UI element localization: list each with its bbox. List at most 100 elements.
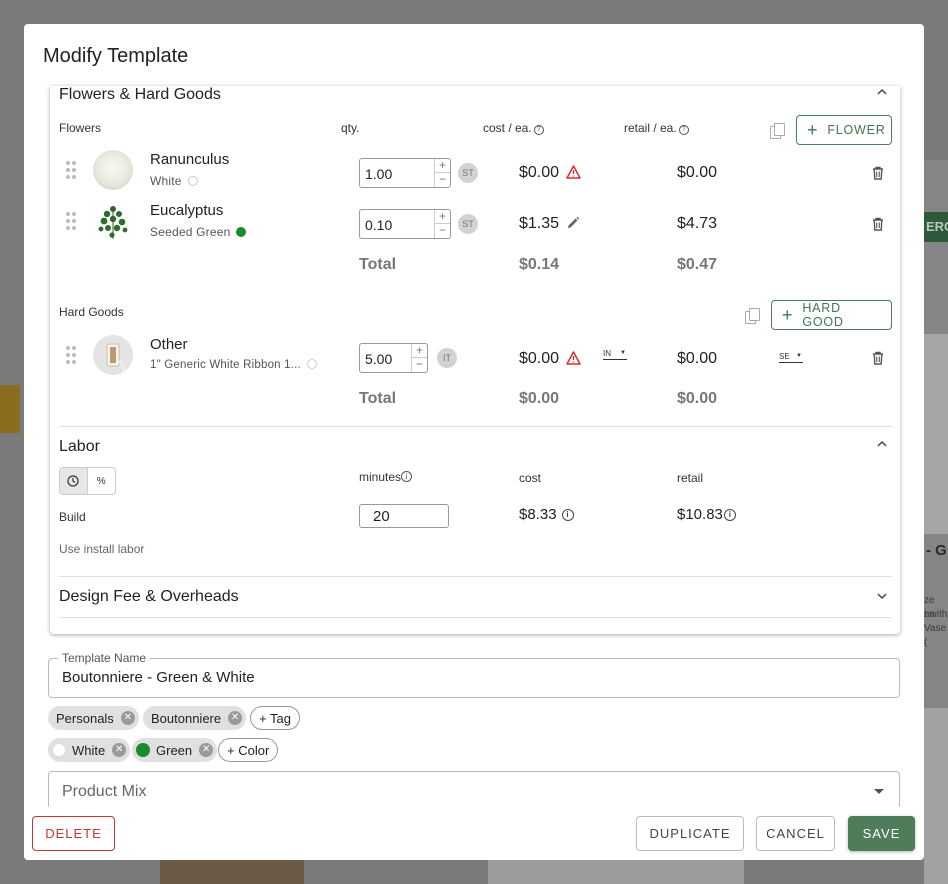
white-color-dot [306, 359, 317, 369]
add-hard-good-button[interactable]: + HARD GOOD [771, 300, 892, 330]
unit-badge[interactable]: ST [458, 163, 478, 183]
background-accent [0, 385, 20, 433]
expand-chevron-icon[interactable] [876, 590, 888, 605]
save-button[interactable]: SAVE [848, 816, 915, 851]
qty-input[interactable]: 0.10 + − [359, 209, 451, 239]
flowers-label: Flowers [59, 121, 102, 135]
unit-badge[interactable]: ST [458, 214, 478, 234]
help-icon[interactable]: ? [678, 125, 689, 135]
labor-cost-header: cost [519, 471, 542, 485]
qty-stepper[interactable]: + − [434, 210, 450, 238]
flowers-total-retail: $0.47 [677, 256, 718, 273]
delete-button[interactable]: DELETE [32, 816, 115, 851]
minutes-input[interactable]: 20 [359, 504, 449, 528]
remove-chip-icon[interactable]: ✕ [112, 743, 127, 757]
flower-retail: $4.73 [677, 215, 718, 232]
info-icon[interactable]: i [401, 471, 413, 482]
labor-cost-value: $8.33 i [519, 506, 574, 523]
flower-retail: $0.00 [677, 164, 718, 181]
warning-icon[interactable] [566, 351, 581, 365]
color-label: Green [156, 742, 193, 758]
qty-input[interactable]: 5.00 + − [359, 343, 428, 373]
decrement-icon[interactable]: − [435, 224, 450, 238]
add-color-button[interactable]: + Color [218, 738, 279, 762]
plus-icon: + [807, 119, 819, 140]
tag-chip[interactable]: Boutonniere ✕ [143, 706, 247, 730]
drag-handle-icon[interactable] [66, 346, 76, 364]
cancel-button[interactable]: CANCEL [756, 816, 835, 851]
decrement-icon[interactable]: − [435, 173, 450, 187]
product-mix-placeholder: Product Mix [62, 783, 147, 800]
background-button: ERCI [920, 212, 948, 242]
install-labor-link[interactable]: Use install labor [59, 542, 144, 556]
flower-color: White [150, 174, 198, 188]
labor-mode-toggle[interactable]: % [59, 467, 116, 495]
modify-template-dialog: Modify Template Flowers & Hard Goods Flo… [24, 24, 924, 860]
add-tag-button[interactable]: + Tag [250, 706, 300, 730]
collapse-chevron-icon[interactable] [876, 86, 888, 101]
increment-icon[interactable]: + [412, 344, 427, 358]
design-fee-title: Design Fee & Overheads [59, 588, 239, 605]
background-photo-3 [160, 860, 304, 884]
decrement-icon[interactable]: − [412, 358, 427, 372]
background-photo-2 [924, 708, 948, 884]
drag-handle-icon[interactable] [66, 212, 76, 230]
qty-input[interactable]: 1.00 + − [359, 158, 451, 188]
pencil-icon[interactable] [566, 216, 580, 230]
delete-icon[interactable] [872, 351, 884, 365]
retail-unit-value: SE [779, 352, 790, 361]
flower-name: Eucalyptus [150, 202, 224, 219]
white-swatch [52, 743, 66, 757]
collapse-chevron-icon[interactable] [876, 438, 888, 453]
labor-retail-text: $10.83 [677, 506, 723, 523]
minutes-header-text: minutes [359, 470, 402, 484]
tag-chip[interactable]: Personals ✕ [48, 706, 139, 730]
remove-chip-icon[interactable]: ✕ [120, 711, 135, 725]
color-chip[interactable]: White ✕ [48, 738, 131, 762]
delete-icon[interactable] [872, 166, 884, 180]
template-name-value[interactable]: Boutonniere - Green & White [62, 669, 255, 686]
duplicate-button[interactable]: DUPLICATE [636, 816, 744, 851]
warning-icon[interactable] [566, 165, 581, 179]
color-chip[interactable]: Green ✕ [132, 738, 218, 762]
info-icon[interactable]: i [561, 509, 574, 521]
dropdown-caret-icon[interactable] [874, 789, 884, 794]
copy-icon[interactable] [770, 123, 785, 139]
hard-good-desc: 1" Generic White Ribbon 1... [150, 359, 317, 371]
flower-color-text: Seeded Green [150, 225, 231, 239]
unit-badge[interactable]: IT [437, 348, 457, 368]
build-label: Build [59, 510, 86, 524]
recipe-card[interactable]: Flowers & Hard Goods Flowers qty. cost /… [50, 86, 900, 634]
cost-header-text: cost / ea. [483, 121, 532, 135]
percent-icon[interactable]: % [88, 468, 115, 494]
copy-icon[interactable] [745, 308, 760, 324]
retail-unit-select[interactable]: SE ▼ [779, 352, 803, 363]
minutes-header: minutes i [359, 470, 413, 484]
hard-good-desc-text: 1" Generic White Ribbon 1... [150, 359, 301, 371]
plus-icon: + [782, 304, 794, 325]
flower-color-text: White [150, 174, 182, 188]
hard-goods-total-cost: $0.00 [519, 390, 560, 407]
qty-stepper[interactable]: + − [434, 159, 450, 187]
labor-retail-value: $10.83 i [677, 506, 736, 523]
increment-icon[interactable]: + [435, 210, 450, 224]
add-flower-button[interactable]: + FLOWER [796, 115, 892, 145]
remove-chip-icon[interactable]: ✕ [199, 743, 214, 757]
help-icon[interactable]: ? [533, 125, 544, 135]
delete-icon[interactable] [872, 217, 884, 231]
hard-goods-total-label: Total [359, 390, 397, 407]
tag-label: Boutonniere [151, 710, 222, 726]
drag-handle-icon[interactable] [66, 161, 76, 179]
qty-stepper[interactable]: + − [411, 344, 427, 372]
background-text-3: Vase ( [924, 623, 947, 648]
flowers-section-title: Flowers & Hard Goods [59, 86, 221, 103]
clock-icon[interactable] [60, 468, 88, 494]
labor-title: Labor [59, 438, 100, 455]
background-heading: - G [926, 542, 947, 559]
remove-chip-icon[interactable]: ✕ [228, 711, 243, 725]
white-color-dot [187, 176, 198, 186]
hard-goods-total-retail: $0.00 [677, 390, 718, 407]
increment-icon[interactable]: + [435, 159, 450, 173]
info-icon[interactable]: i [723, 509, 736, 521]
cost-unit-select[interactable]: IN ▼ [603, 349, 627, 360]
